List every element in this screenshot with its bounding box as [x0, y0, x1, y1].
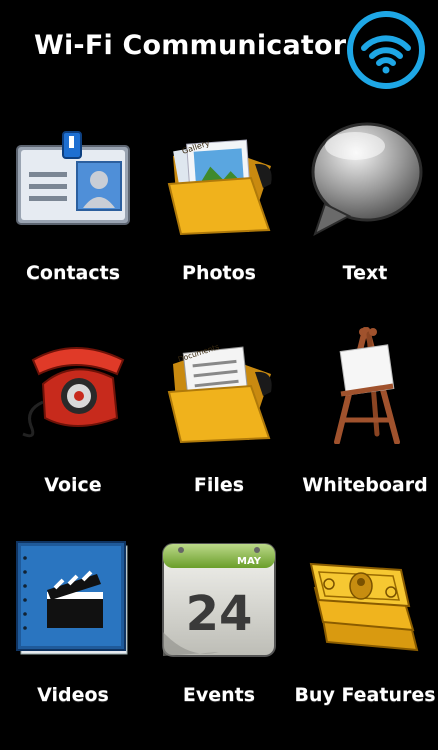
contact-card-icon: [16, 131, 130, 225]
speech-bubble-icon: [311, 122, 423, 236]
calendar-day: 24: [186, 586, 253, 642]
calendar-month: MAY: [237, 556, 262, 567]
grid-item-videos[interactable]: Videos: [0, 532, 146, 722]
photo-folder-icon: Gallery: [167, 138, 272, 236]
grid-item-text[interactable]: Text: [292, 112, 438, 302]
grid-item-label: Contacts: [25, 262, 121, 284]
grid-item-label: Text: [342, 262, 388, 284]
grid-item-label: Whiteboard: [302, 474, 428, 496]
grid-item-buy-features[interactable]: Buy Features: [292, 532, 438, 722]
grid-item-label: Files: [193, 474, 245, 496]
grid-item-label: Videos: [37, 684, 109, 706]
grid-item-photos[interactable]: Gallery Photos: [146, 112, 292, 302]
grid-item-whiteboard[interactable]: Whiteboard: [292, 322, 438, 512]
calendar-icon: MAY 24: [162, 543, 276, 657]
grid-item-label: Voice: [44, 474, 102, 496]
telephone-icon: [22, 347, 125, 438]
grid-item-events[interactable]: MAY 24 Events: [146, 532, 292, 722]
easel-icon: [334, 327, 400, 444]
grid-item-files[interactable]: Documents Files: [146, 322, 292, 512]
document-folder-icon: Documents: [167, 342, 272, 444]
grid-item-label: Buy Features: [294, 684, 436, 706]
app-title: Wi-Fi Communicator: [34, 30, 347, 61]
clapperboard-icon: [16, 541, 128, 655]
money-icon: [309, 562, 419, 652]
wifi-icon: [347, 11, 425, 89]
wifi-button[interactable]: [346, 10, 426, 90]
grid-item-voice[interactable]: Voice: [0, 322, 146, 512]
grid-item-label: Photos: [182, 262, 256, 284]
grid-item-contacts[interactable]: Contacts: [0, 112, 146, 302]
grid-item-label: Events: [182, 684, 256, 706]
